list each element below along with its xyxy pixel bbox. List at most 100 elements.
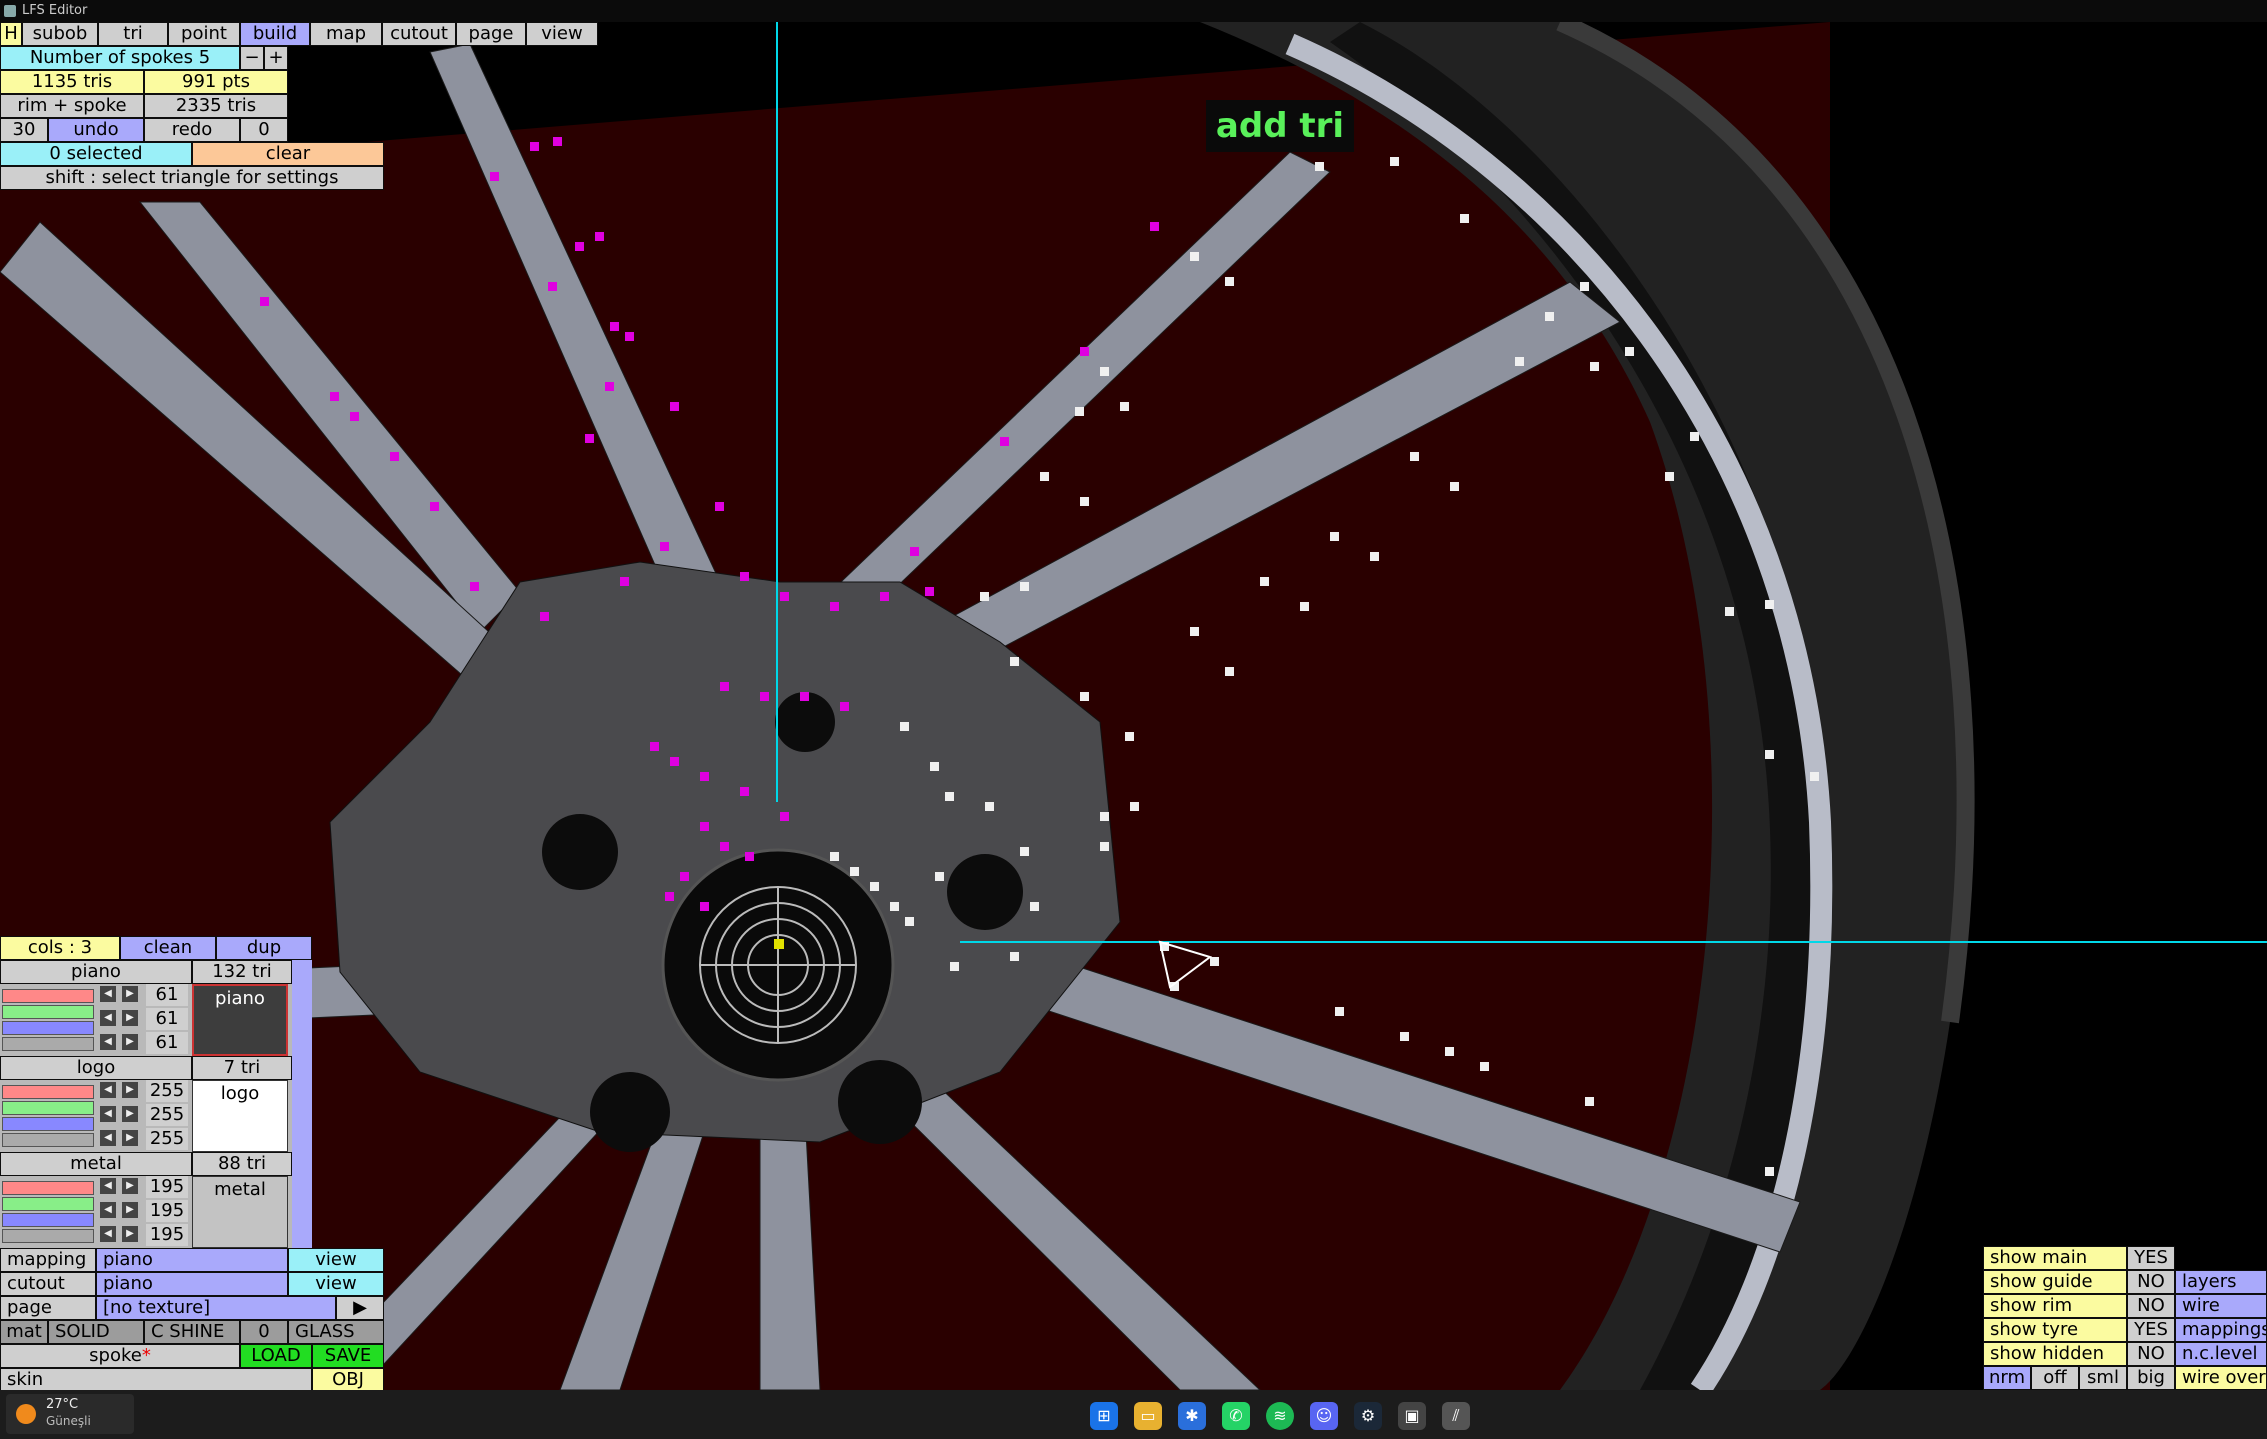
green-value-metal[interactable]: 195 xyxy=(146,1200,188,1222)
spokes-decrease-button[interactable]: − xyxy=(240,46,264,70)
red-value-metal[interactable]: 195 xyxy=(146,1176,188,1198)
view-sml-button[interactable]: sml xyxy=(2079,1366,2127,1390)
decrease-arrow-icon[interactable]: ◀ xyxy=(100,1178,116,1194)
colour-preview-metal[interactable]: metal xyxy=(192,1176,288,1248)
obj-button[interactable]: OBJ xyxy=(312,1368,384,1392)
spotify-icon[interactable]: ≋ xyxy=(1266,1402,1294,1430)
discord-icon[interactable]: ☺ xyxy=(1310,1402,1338,1430)
colour-name-metal[interactable]: metal xyxy=(0,1152,192,1176)
page-next-icon[interactable]: ▶ xyxy=(336,1296,384,1320)
wheel-render[interactable] xyxy=(0,22,2267,1390)
load-button[interactable]: LOAD xyxy=(240,1344,312,1368)
mapping-view-button[interactable]: view xyxy=(288,1248,384,1272)
colour-preview-piano[interactable]: piano xyxy=(192,984,288,1056)
increase-arrow-icon[interactable]: ▶ xyxy=(122,1010,138,1026)
menu-help[interactable]: H xyxy=(0,22,22,46)
blue-slider-piano[interactable] xyxy=(2,1021,94,1035)
blue-value-piano[interactable]: 61 xyxy=(146,1032,188,1054)
menu-map[interactable]: map xyxy=(310,22,382,46)
view-nrm-button[interactable]: nrm xyxy=(1983,1366,2031,1390)
folder-icon[interactable]: ▭ xyxy=(1134,1402,1162,1430)
decrease-arrow-icon[interactable]: ◀ xyxy=(100,1226,116,1242)
colour-name-logo[interactable]: logo xyxy=(0,1056,192,1080)
green-slider-metal[interactable] xyxy=(2,1197,94,1211)
page-select[interactable]: [no texture] xyxy=(96,1296,336,1320)
cutout-select[interactable]: piano xyxy=(96,1272,288,1296)
undo-button[interactable]: undo xyxy=(48,118,144,142)
wire-button[interactable]: wire xyxy=(2175,1294,2267,1318)
blue-slider-metal[interactable] xyxy=(2,1213,94,1227)
menu-page[interactable]: page xyxy=(456,22,526,46)
weather-widget[interactable]: 27°C Güneşli xyxy=(6,1394,134,1434)
wire-overlay-button[interactable]: wire overlay xyxy=(2175,1366,2267,1390)
red-slider-metal[interactable] xyxy=(2,1181,94,1195)
nc-level-button[interactable]: n.c.level xyxy=(2175,1342,2267,1366)
decrease-arrow-icon[interactable]: ◀ xyxy=(100,1082,116,1098)
red-slider-piano[interactable] xyxy=(2,989,94,1003)
menu-view[interactable]: view xyxy=(526,22,598,46)
clean-button[interactable]: clean xyxy=(120,936,216,960)
increase-arrow-icon[interactable]: ▶ xyxy=(122,1178,138,1194)
increase-arrow-icon[interactable]: ▶ xyxy=(122,1202,138,1218)
shine-value[interactable]: 0 xyxy=(240,1320,288,1344)
green-slider-logo[interactable] xyxy=(2,1101,94,1115)
show-hidden-toggle[interactable]: NO xyxy=(2127,1342,2175,1366)
steam-icon[interactable]: ⚙ xyxy=(1354,1402,1382,1430)
decrease-arrow-icon[interactable]: ◀ xyxy=(100,986,116,1002)
decrease-arrow-icon[interactable]: ◀ xyxy=(100,1202,116,1218)
menu-tri[interactable]: tri xyxy=(98,22,168,46)
green-slider-piano[interactable] xyxy=(2,1005,94,1019)
cshine-toggle[interactable]: C SHINE xyxy=(144,1320,240,1344)
alpha-slider-logo[interactable] xyxy=(2,1133,94,1147)
spokes-increase-button[interactable]: + xyxy=(264,46,288,70)
increase-arrow-icon[interactable]: ▶ xyxy=(122,1082,138,1098)
red-value-logo[interactable]: 255 xyxy=(146,1080,188,1102)
view-off-button[interactable]: off xyxy=(2031,1366,2079,1390)
dup-button[interactable]: dup xyxy=(216,936,312,960)
menu-subob[interactable]: subob xyxy=(22,22,98,46)
blue-value-logo[interactable]: 255 xyxy=(146,1128,188,1150)
colour-name-piano[interactable]: piano xyxy=(0,960,192,984)
red-value-piano[interactable]: 61 xyxy=(146,984,188,1006)
increase-arrow-icon[interactable]: ▶ xyxy=(122,1106,138,1122)
alpha-slider-metal[interactable] xyxy=(2,1229,94,1243)
increase-arrow-icon[interactable]: ▶ xyxy=(122,1034,138,1050)
show-guide-toggle[interactable]: NO xyxy=(2127,1270,2175,1294)
lfs-icon[interactable]: ⫽ xyxy=(1442,1402,1470,1430)
mapping-select[interactable]: piano xyxy=(96,1248,288,1272)
save-button[interactable]: SAVE xyxy=(312,1344,384,1368)
show-rim-toggle[interactable]: NO xyxy=(2127,1294,2175,1318)
decrease-arrow-icon[interactable]: ◀ xyxy=(100,1106,116,1122)
show-tyre-toggle[interactable]: YES xyxy=(2127,1318,2175,1342)
decrease-arrow-icon[interactable]: ◀ xyxy=(100,1130,116,1146)
increase-arrow-icon[interactable]: ▶ xyxy=(122,986,138,1002)
green-value-logo[interactable]: 255 xyxy=(146,1104,188,1126)
solid-toggle[interactable]: SOLID xyxy=(48,1320,144,1344)
colours-scrollbar[interactable] xyxy=(292,960,312,1248)
blue-value-metal[interactable]: 195 xyxy=(146,1224,188,1246)
decrease-arrow-icon[interactable]: ◀ xyxy=(100,1010,116,1026)
menu-point[interactable]: point xyxy=(168,22,240,46)
show-main-toggle[interactable]: YES xyxy=(2127,1246,2175,1270)
monitor-icon[interactable]: ▣ xyxy=(1398,1402,1426,1430)
alpha-slider-piano[interactable] xyxy=(2,1037,94,1051)
view-big-button[interactable]: big xyxy=(2127,1366,2175,1390)
red-slider-logo[interactable] xyxy=(2,1085,94,1099)
green-value-piano[interactable]: 61 xyxy=(146,1008,188,1030)
menu-cutout[interactable]: cutout xyxy=(382,22,456,46)
start-icon[interactable]: ⊞ xyxy=(1090,1402,1118,1430)
app-icon[interactable]: ✱ xyxy=(1178,1402,1206,1430)
cutout-view-button[interactable]: view xyxy=(288,1272,384,1296)
whatsapp-icon[interactable]: ✆ xyxy=(1222,1402,1250,1430)
increase-arrow-icon[interactable]: ▶ xyxy=(122,1226,138,1242)
glass-toggle[interactable]: GLASS xyxy=(288,1320,384,1344)
colour-preview-logo[interactable]: logo xyxy=(192,1080,288,1152)
clear-selection-button[interactable]: clear xyxy=(192,142,384,166)
blue-slider-logo[interactable] xyxy=(2,1117,94,1131)
decrease-arrow-icon[interactable]: ◀ xyxy=(100,1034,116,1050)
3d-viewport[interactable]: add tri xyxy=(0,22,2267,1390)
layers-button[interactable]: layers xyxy=(2175,1270,2267,1294)
redo-button[interactable]: redo xyxy=(144,118,240,142)
increase-arrow-icon[interactable]: ▶ xyxy=(122,1130,138,1146)
mappings-button[interactable]: mappings xyxy=(2175,1318,2267,1342)
